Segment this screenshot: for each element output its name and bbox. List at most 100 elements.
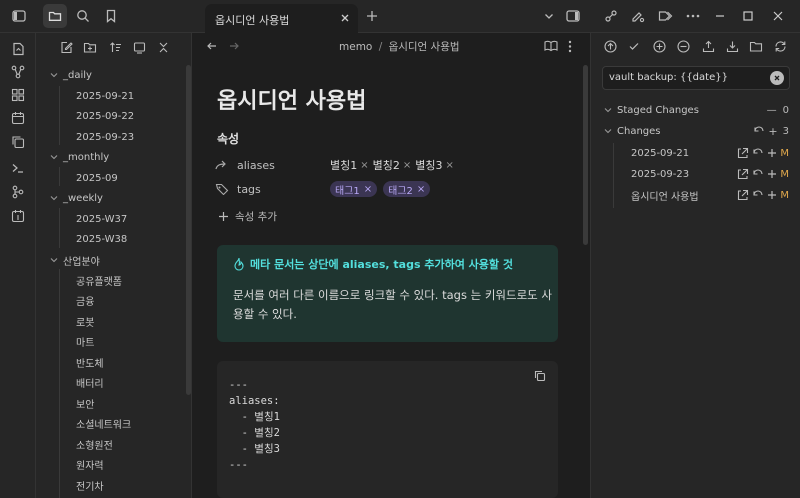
push-icon[interactable] xyxy=(699,37,717,55)
staged-changes-header[interactable]: Staged Changes — 0 xyxy=(603,101,789,119)
auto-reveal-icon[interactable] xyxy=(130,38,148,56)
stage-icon[interactable] xyxy=(767,169,777,179)
new-folder-icon[interactable] xyxy=(81,38,99,56)
changed-file-row[interactable]: 2025-09-21 M xyxy=(631,144,789,162)
file-item[interactable]: 2025-09-22 xyxy=(76,106,134,126)
maximize-icon[interactable] xyxy=(738,6,758,26)
sidebar-scrollbar[interactable] xyxy=(186,65,191,395)
tag-pill[interactable]: 태그2 × xyxy=(383,181,431,197)
canvas-icon[interactable] xyxy=(8,85,28,105)
file-item[interactable]: 전기차 xyxy=(76,475,104,495)
stage-all-icon[interactable] xyxy=(650,37,668,55)
breadcrumb-folder[interactable]: memo xyxy=(339,41,372,53)
breadcrumb-file[interactable]: 옵시디언 사용법 xyxy=(389,41,460,53)
bookmark-icon[interactable] xyxy=(101,6,121,26)
open-quick-switcher-icon[interactable] xyxy=(8,39,28,59)
add-property-button[interactable]: 속성 추가 xyxy=(218,206,277,226)
file-item[interactable]: 마트 xyxy=(76,331,94,351)
code-block[interactable]: --- aliases: - 별칭1 - 별칭2 - 별칭3 --- xyxy=(217,361,558,498)
sort-icon[interactable] xyxy=(106,38,124,56)
discard-icon[interactable] xyxy=(752,169,764,179)
tab-list-chevron-icon[interactable] xyxy=(539,6,559,26)
tab-active[interactable]: 옵시디언 사용법 xyxy=(205,4,358,33)
file-item[interactable]: 2025-09-23 xyxy=(76,127,134,147)
stage-all-button[interactable]: + xyxy=(768,125,777,138)
file-item[interactable]: 소형원전 xyxy=(76,434,113,454)
file-item[interactable]: 로봇 xyxy=(76,311,94,331)
editor-scrollbar[interactable] xyxy=(583,65,588,245)
folder-industry[interactable]: 산업분야 xyxy=(49,250,100,270)
folder-monthly[interactable]: _monthly xyxy=(49,147,109,167)
alias-value[interactable]: 별칭3 xyxy=(415,157,442,173)
terminal-icon[interactable] xyxy=(8,158,28,178)
back-arrow-icon[interactable] xyxy=(202,36,222,56)
file-item[interactable]: 2025-09 xyxy=(76,168,118,188)
close-window-icon[interactable] xyxy=(768,6,788,26)
git-view-icon[interactable] xyxy=(8,182,28,202)
properties-heading[interactable]: 속성 xyxy=(217,130,239,147)
alias-value[interactable]: 별칭1 xyxy=(330,157,357,173)
minimize-icon[interactable] xyxy=(710,6,730,26)
file-item[interactable]: 반도체 xyxy=(76,352,104,372)
copy-code-icon[interactable] xyxy=(531,367,549,385)
reading-view-icon[interactable] xyxy=(541,36,561,56)
callout[interactable]: 메타 문서는 상단에 aliases, tags 추가하여 사용할 것 문서를 … xyxy=(217,245,558,342)
remove-icon[interactable]: × xyxy=(446,160,454,171)
file-item[interactable]: 2025-W38 xyxy=(76,229,127,249)
folder-daily[interactable]: _daily xyxy=(49,65,92,85)
changed-file-row[interactable]: 2025-09-23 M xyxy=(631,165,789,183)
copy-icon[interactable] xyxy=(8,132,28,152)
more-vertical-icon[interactable] xyxy=(562,36,578,56)
remove-icon[interactable]: × xyxy=(360,160,368,171)
file-item[interactable]: 소셜네트워크 xyxy=(76,413,131,433)
unstage-all-icon[interactable] xyxy=(674,37,692,55)
open-file-icon[interactable] xyxy=(737,147,749,159)
open-file-icon[interactable] xyxy=(737,168,749,180)
remove-icon[interactable]: × xyxy=(403,160,411,171)
folder-weekly[interactable]: _weekly xyxy=(49,188,103,208)
stage-icon[interactable] xyxy=(767,148,777,158)
forward-arrow-icon[interactable] xyxy=(224,36,244,56)
collapse-all-icon[interactable] xyxy=(154,38,172,56)
changes-header[interactable]: Changes + 3 xyxy=(603,122,789,140)
sidebar-toggle-icon[interactable] xyxy=(9,6,29,26)
property-key[interactable]: tags xyxy=(237,183,330,196)
close-tab-icon[interactable] xyxy=(338,11,352,25)
property-key[interactable]: aliases xyxy=(237,159,330,172)
new-note-icon[interactable] xyxy=(57,38,75,56)
discard-all-icon[interactable] xyxy=(753,126,765,136)
more-options-icon[interactable] xyxy=(683,6,703,26)
discard-icon[interactable] xyxy=(752,190,764,200)
file-item[interactable]: 원자력 xyxy=(76,454,104,474)
pull-icon[interactable] xyxy=(723,37,741,55)
search-icon[interactable] xyxy=(73,6,93,26)
folder-open-icon[interactable] xyxy=(747,37,765,55)
commit-message-input[interactable]: vault backup: {{date}} xyxy=(602,66,790,90)
alias-value[interactable]: 별칭2 xyxy=(373,157,400,173)
file-item[interactable]: 보안 xyxy=(76,393,94,413)
remove-icon[interactable]: × xyxy=(417,184,425,195)
calendar-icon[interactable] xyxy=(8,108,28,128)
daily-note-icon[interactable] xyxy=(8,206,28,226)
tag-pill[interactable]: 태그1 × xyxy=(330,181,378,197)
discard-icon[interactable] xyxy=(752,148,764,158)
changed-file-row[interactable]: 옵시디언 사용법 M xyxy=(631,186,789,204)
unstage-all-button[interactable]: — xyxy=(767,105,777,116)
edit-link-icon[interactable] xyxy=(628,6,648,26)
file-item[interactable]: 금융 xyxy=(76,290,94,310)
file-item[interactable]: 2025-09-21 xyxy=(76,86,134,106)
clear-message-icon[interactable] xyxy=(770,71,784,85)
file-item[interactable]: 공유플랫폼 xyxy=(76,270,122,290)
refresh-icon[interactable] xyxy=(771,37,789,55)
git-commit-icon[interactable] xyxy=(601,6,621,26)
open-file-icon[interactable] xyxy=(737,189,749,201)
file-item[interactable]: 배터리 xyxy=(76,372,104,392)
commit-push-icon[interactable] xyxy=(601,37,619,55)
stage-icon[interactable] xyxy=(767,190,777,200)
file-item[interactable]: 2025-W37 xyxy=(76,209,127,229)
note-title[interactable]: 옵시디언 사용법 xyxy=(217,83,366,115)
tags-icon[interactable] xyxy=(655,6,675,26)
graph-view-icon[interactable] xyxy=(8,62,28,82)
new-tab-icon[interactable] xyxy=(362,6,382,26)
check-icon[interactable] xyxy=(625,37,643,55)
